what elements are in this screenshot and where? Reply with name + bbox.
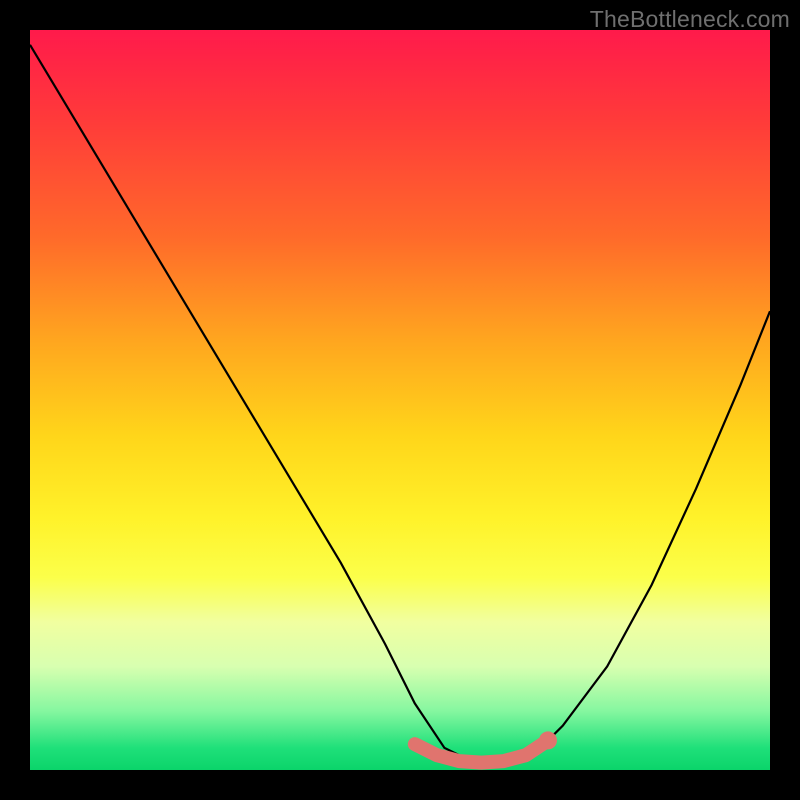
chart-frame: TheBottleneck.com [0,0,800,800]
curve-layer [30,30,770,770]
bottleneck-curve-path [30,45,770,763]
plot-area [30,30,770,770]
watermark-label: TheBottleneck.com [590,6,790,33]
highlight-end-dot [539,731,557,749]
highlight-band-path [415,740,548,762]
